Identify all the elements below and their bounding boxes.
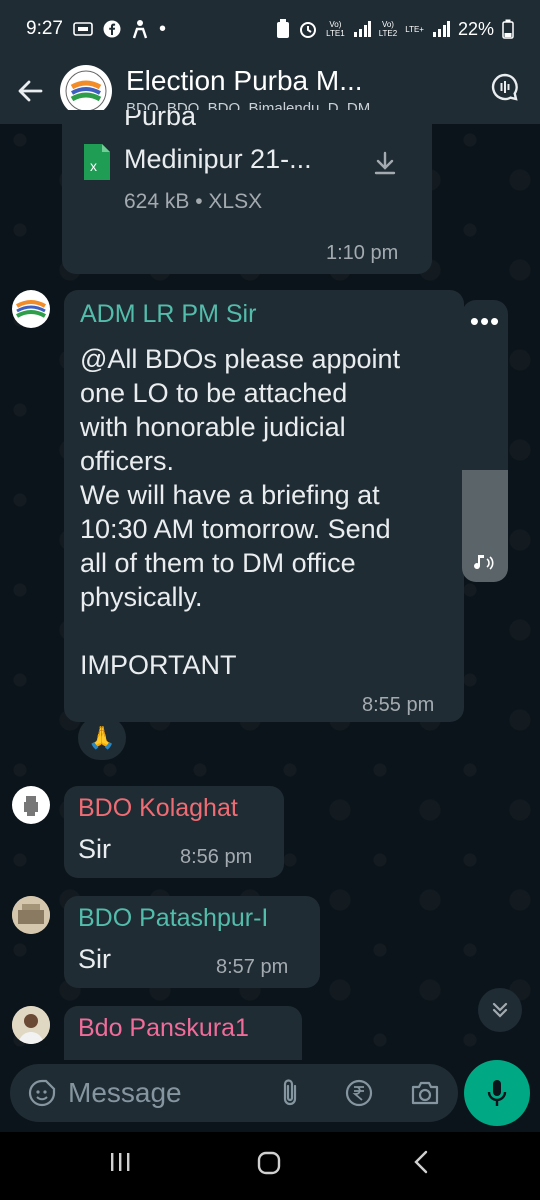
person-photo-icon — [12, 1006, 50, 1044]
message-text-adm: @All BDOs please appoint one LO to be at… — [80, 344, 401, 680]
sender-avatar-kolaghat[interactable] — [12, 786, 50, 824]
battery-saver-icon — [277, 19, 290, 38]
message-bubble-kolaghat[interactable]: BDO Kolaghat Sir 8:56 pm — [64, 786, 284, 878]
sender-name-patashpur: BDO Patashpur-I — [78, 904, 269, 932]
message-time: 8:56 pm — [180, 846, 253, 868]
election-logo-icon — [65, 70, 107, 112]
svg-text:x: x — [90, 158, 97, 174]
voice-chat-icon[interactable] — [490, 72, 520, 102]
message-time: 8:57 pm — [216, 956, 289, 978]
lte-plus-label: LTE+ — [405, 24, 424, 34]
arrow-left-icon — [18, 80, 43, 102]
sim1-label: Vo) LTE1 — [326, 20, 345, 38]
message-bubble-panskura[interactable]: Bdo Panskura1 — [64, 1006, 302, 1060]
sender-avatar-adm[interactable] — [12, 290, 50, 328]
alarm-icon — [300, 22, 317, 38]
message-input-bar: Message — [10, 1064, 458, 1122]
system-nav-bar — [0, 1132, 540, 1200]
rupee-payment-icon[interactable] — [344, 1078, 374, 1108]
message-text-patashpur: Sir — [78, 944, 111, 974]
sender-name-adm: ADM LR PM Sir — [80, 300, 257, 328]
sender-avatar-patashpur[interactable] — [12, 896, 50, 934]
sender-name-panskura: Bdo Panskura1 — [78, 1014, 249, 1042]
floating-side-panel[interactable]: ••• — [462, 300, 508, 582]
message-text-kolaghat: Sir — [78, 834, 111, 864]
file-meta: 624 kB • XLSX — [124, 190, 263, 213]
message-time: 1:10 pm — [326, 242, 399, 264]
message-bubble-patashpur[interactable]: BDO Patashpur-I Sir 8:57 pm — [64, 896, 320, 988]
emblem-icon — [13, 787, 49, 823]
excel-file-icon: x — [84, 144, 110, 180]
reaction-emoji: 🙏 — [88, 725, 116, 750]
battery-percent: 22% — [457, 18, 494, 39]
status-bar: 9:27 • Vo) LTE1 Vo) LTE2 LTE+ 22% — [0, 0, 540, 58]
chat-title: Election Purba M... — [126, 65, 363, 96]
sim2-label: Vo) LTE2 — [378, 20, 398, 38]
back-button[interactable] — [0, 79, 60, 103]
scroll-to-bottom-button[interactable] — [478, 988, 522, 1032]
attach-icon[interactable] — [278, 1078, 302, 1108]
message-time: 8:55 pm — [362, 694, 435, 716]
signal-sim2-icon — [432, 21, 450, 37]
accessibility-icon — [132, 20, 148, 39]
sender-avatar-panskura[interactable] — [12, 1006, 50, 1044]
battery-icon — [502, 19, 514, 39]
download-icon[interactable] — [372, 150, 398, 176]
sender-name-kolaghat: BDO Kolaghat — [78, 794, 238, 822]
voice-record-button[interactable] — [464, 1060, 530, 1126]
signal-sim1-icon — [353, 21, 371, 37]
notification-dot-icon: • — [158, 17, 166, 40]
microphone-icon — [487, 1080, 507, 1106]
double-chevron-down-icon — [492, 1002, 508, 1018]
home-icon[interactable] — [256, 1150, 282, 1176]
message-input[interactable]: Message — [68, 1077, 182, 1109]
file-name: Medinipur 21-... — [124, 144, 312, 174]
status-time: 9:27 — [26, 18, 63, 39]
hd-icon — [73, 22, 93, 36]
reaction-badge[interactable]: 🙏 — [78, 716, 126, 760]
back-nav-icon[interactable] — [410, 1150, 434, 1174]
recent-apps-icon[interactable] — [108, 1150, 132, 1174]
file-name-top-fragment: Purba — [124, 110, 197, 131]
facebook-icon — [103, 20, 121, 38]
music-note-icon[interactable] — [472, 552, 498, 574]
more-options-icon[interactable]: ••• — [462, 306, 508, 337]
office-photo-icon — [12, 896, 50, 934]
camera-icon[interactable] — [410, 1079, 440, 1107]
sticker-icon[interactable] — [28, 1079, 56, 1107]
election-logo-icon — [13, 291, 49, 327]
message-bubble-adm[interactable]: ADM LR PM Sir @All BDOs please appoint o… — [64, 290, 464, 722]
file-message-bubble[interactable]: Purba x Medinipur 21-... 624 kB • XLSX 1… — [62, 110, 432, 274]
